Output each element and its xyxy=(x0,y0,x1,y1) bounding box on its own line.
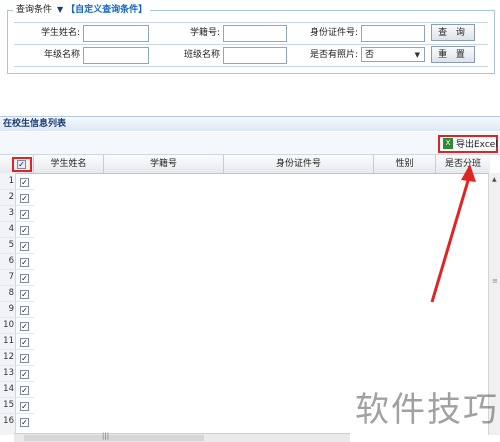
row-number: 7 xyxy=(8,272,14,282)
dropdown-arrow-icon: ▼ xyxy=(414,51,420,59)
photo-select-value: 否 xyxy=(365,50,375,60)
row-checkbox[interactable]: ✓ xyxy=(20,338,29,347)
row-number: 16 xyxy=(3,416,14,426)
row-checkbox[interactable]: ✓ xyxy=(20,242,29,251)
row-number: 15 xyxy=(3,400,14,410)
student-id-label: 学籍号: xyxy=(189,28,220,38)
query-panel xyxy=(7,10,495,74)
query-grid-line xyxy=(14,44,488,45)
row-divider xyxy=(0,221,34,222)
row-number: 14 xyxy=(3,384,14,394)
id-card-label: 身份证件号: xyxy=(309,28,358,38)
column-header-student-id[interactable]: 学籍号 xyxy=(104,155,224,173)
row-divider xyxy=(0,317,34,318)
row-checkbox[interactable]: ✓ xyxy=(20,306,29,315)
triangle-down-icon[interactable]: ▼ xyxy=(57,4,63,16)
class-input[interactable] xyxy=(223,47,287,64)
row-divider xyxy=(0,205,34,206)
excel-icon: X xyxy=(443,138,453,149)
column-header-student-name[interactable]: 学生姓名 xyxy=(34,155,104,173)
list-title: 在校生信息列表 xyxy=(0,116,500,131)
row-checkbox[interactable]: ✓ xyxy=(20,322,29,331)
row-number: 5 xyxy=(8,240,14,250)
student-name-label: 学生姓名: xyxy=(40,28,80,38)
row-checkbox[interactable]: ✓ xyxy=(20,370,29,379)
row-number: 1 xyxy=(8,176,14,186)
row-divider xyxy=(0,285,34,286)
grade-label: 年级名称 xyxy=(43,50,80,60)
horizontal-scroll-thumb[interactable] xyxy=(24,435,204,441)
query-legend-label: 查询条件 xyxy=(16,5,53,15)
row-divider xyxy=(0,333,34,334)
photo-select[interactable]: 否 ▼ xyxy=(361,47,425,62)
grade-input[interactable] xyxy=(83,47,149,64)
row-divider xyxy=(0,253,34,254)
row-number: 2 xyxy=(8,192,14,202)
row-checkbox[interactable]: ✓ xyxy=(20,178,29,187)
row-number: 6 xyxy=(8,256,14,266)
export-excel-label: 导出Excel xyxy=(456,140,498,150)
row-divider xyxy=(0,269,34,270)
scroll-grip-icon: ||| xyxy=(102,432,110,440)
row-number: 12 xyxy=(3,352,14,362)
row-divider xyxy=(0,381,34,382)
annotation-arrow-icon xyxy=(430,164,476,303)
row-number: 11 xyxy=(3,336,14,346)
scroll-grip-icon: ≡ xyxy=(492,277,498,285)
query-legend[interactable]: 查询条件 ▼ 【自定义查询条件】 xyxy=(13,4,151,16)
class-label: 班级名称 xyxy=(183,50,220,60)
student-id-input[interactable] xyxy=(223,25,287,42)
scroll-up-icon[interactable]: ▲ xyxy=(492,176,497,183)
id-card-input[interactable] xyxy=(361,25,425,42)
reset-button[interactable]: 重 置 xyxy=(431,46,475,63)
row-checkbox[interactable]: ✓ xyxy=(20,274,29,283)
column-header-id-card[interactable]: 身份证件号 xyxy=(224,155,374,173)
row-checkbox[interactable]: ✓ xyxy=(20,402,29,411)
export-excel-button[interactable]: X 导出Excel xyxy=(438,135,498,153)
select-all-checkbox[interactable]: ✓ xyxy=(17,160,26,169)
student-name-input[interactable] xyxy=(83,25,149,42)
row-number: 10 xyxy=(3,320,14,330)
row-divider xyxy=(0,301,34,302)
row-checkbox[interactable]: ✓ xyxy=(20,354,29,363)
row-number: 3 xyxy=(8,208,14,218)
row-number: 9 xyxy=(8,304,14,314)
row-checkbox[interactable]: ✓ xyxy=(20,418,29,427)
row-checkbox[interactable]: ✓ xyxy=(20,386,29,395)
row-number: 4 xyxy=(8,224,14,234)
row-number: 8 xyxy=(8,288,14,298)
row-checkbox[interactable]: ✓ xyxy=(20,210,29,219)
query-grid-line xyxy=(14,66,488,67)
watermark: 软件技巧 xyxy=(355,390,499,430)
row-divider xyxy=(0,413,34,414)
row-checkbox[interactable]: ✓ xyxy=(20,290,29,299)
query-grid-line xyxy=(14,22,488,23)
row-divider xyxy=(0,349,34,350)
row-checkbox[interactable]: ✓ xyxy=(20,226,29,235)
row-checkbox[interactable]: ✓ xyxy=(20,258,29,267)
row-divider xyxy=(0,397,34,398)
row-divider xyxy=(0,237,34,238)
row-checkbox[interactable]: ✓ xyxy=(20,194,29,203)
row-divider xyxy=(0,365,34,366)
custom-query-link[interactable]: 【自定义查询条件】 xyxy=(66,5,147,15)
row-number: 13 xyxy=(3,368,14,378)
photo-label: 是否有照片: xyxy=(309,50,358,60)
search-button[interactable]: 查 询 xyxy=(431,24,475,41)
row-divider xyxy=(0,189,34,190)
list-toolbar xyxy=(0,132,500,155)
